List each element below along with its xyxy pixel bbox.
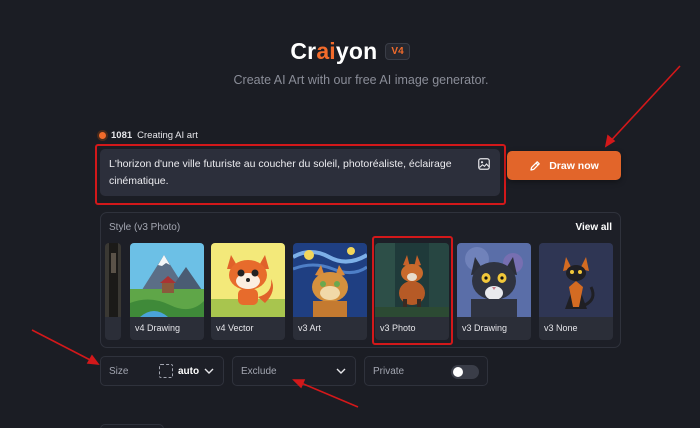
view-all-link[interactable]: View all bbox=[575, 222, 612, 233]
prompt-input[interactable]: L'horizon d'une ville futuriste au couch… bbox=[100, 149, 500, 196]
style-card-image bbox=[293, 243, 367, 317]
style-card-label: v3 Drawing bbox=[462, 323, 508, 333]
aspect-ratio-icon bbox=[159, 364, 173, 378]
style-card-v3-drawing[interactable]: v3 Drawing bbox=[457, 243, 531, 340]
status-count: 1081 bbox=[111, 130, 133, 141]
exclude-selector[interactable]: Exclude bbox=[232, 356, 356, 386]
style-card-v3-art[interactable]: v3 Art bbox=[293, 243, 367, 340]
style-card-v3-none[interactable]: v3 None bbox=[539, 243, 613, 340]
subtitle: Create AI Art with our free AI image gen… bbox=[233, 73, 489, 87]
image-icon[interactable] bbox=[478, 158, 490, 170]
logo-text: Craiyon bbox=[290, 38, 378, 64]
style-card-image bbox=[211, 243, 285, 317]
version-badge: V4 bbox=[385, 43, 410, 60]
size-selector[interactable]: Size auto bbox=[100, 356, 224, 386]
logo: Craiyon V4 bbox=[0, 38, 700, 65]
prompt-text: L'horizon d'une ville futuriste au couch… bbox=[109, 158, 452, 187]
style-card-label: v3 None bbox=[544, 323, 578, 333]
style-card-image bbox=[539, 243, 613, 317]
style-card-partial[interactable] bbox=[105, 243, 121, 340]
private-label: Private bbox=[373, 365, 405, 377]
style-card-label: v4 Vector bbox=[216, 323, 254, 333]
arrow-to-size bbox=[31, 329, 99, 365]
style-card-image bbox=[130, 243, 204, 317]
style-card-v4-vector[interactable]: v4 Vector bbox=[211, 243, 285, 340]
chevron-down-icon bbox=[336, 368, 346, 374]
style-card-image bbox=[457, 243, 531, 317]
style-card-label: v3 Art bbox=[298, 323, 322, 333]
draw-now-button[interactable]: Draw now bbox=[507, 151, 621, 180]
private-option: Private bbox=[364, 356, 488, 386]
style-card-label: v4 Drawing bbox=[135, 323, 181, 333]
style-card-selected-annotation bbox=[372, 236, 453, 345]
style-panel: Style (v3 Photo) View all v4 Drawing v4 … bbox=[100, 212, 621, 348]
chevron-down-icon bbox=[204, 368, 214, 374]
style-title: Style (v3 Photo) bbox=[109, 222, 181, 233]
status-indicator: 1081 Creating AI art bbox=[99, 130, 198, 141]
style-card-partial-image bbox=[105, 243, 121, 317]
private-toggle[interactable] bbox=[451, 365, 479, 379]
size-label: Size bbox=[109, 365, 129, 377]
draw-now-label: Draw now bbox=[549, 159, 599, 172]
toggle-knob bbox=[453, 367, 463, 377]
exclude-label: Exclude bbox=[241, 365, 277, 377]
status-dot bbox=[99, 132, 106, 139]
style-card-v4-drawing[interactable]: v4 Drawing bbox=[130, 243, 204, 340]
pencil-icon bbox=[530, 160, 541, 171]
bottom-partial-element bbox=[100, 424, 164, 428]
size-value: auto bbox=[159, 364, 199, 378]
status-label: Creating AI art bbox=[137, 130, 198, 141]
